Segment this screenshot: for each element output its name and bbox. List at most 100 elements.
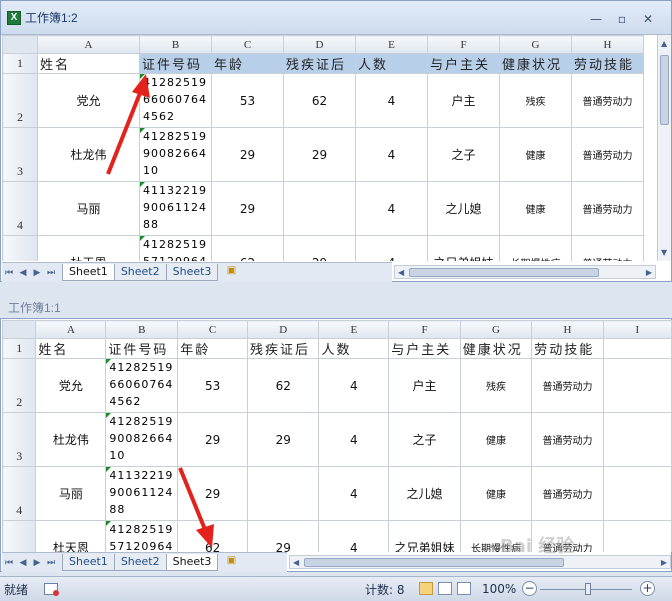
cell-health[interactable]: 长期慢性病 — [499, 235, 572, 261]
cell-relation[interactable]: 之子 — [427, 127, 500, 182]
cell-age[interactable]: 29 — [177, 466, 248, 521]
spreadsheet-grid[interactable]: A B C D E F G H I 1 姓名 证件号码 年龄 残疾证后 人数 与… — [2, 320, 672, 552]
next-sheet-icon[interactable]: ▶ — [30, 268, 44, 278]
last-sheet-icon[interactable]: ⏭ — [44, 268, 58, 278]
next-sheet-icon[interactable]: ▶ — [30, 558, 44, 568]
zoom-out-button[interactable]: − — [522, 581, 537, 596]
restore-button[interactable]: ▫ — [609, 10, 635, 28]
header-cell-relation[interactable]: 与户主关 — [388, 338, 461, 359]
header-cell-count[interactable]: 人数 — [355, 53, 428, 74]
cell-age[interactable]: 62 — [211, 235, 284, 261]
page-break-view-icon[interactable] — [457, 582, 471, 595]
header-cell-count[interactable]: 人数 — [318, 338, 390, 359]
cell-age[interactable]: 29 — [211, 181, 284, 236]
cell-skill[interactable]: 普通劳动力 — [531, 358, 604, 413]
cell-name[interactable]: 杜天恩 — [35, 520, 107, 552]
cell-name[interactable]: 杜龙伟 — [37, 127, 140, 182]
cell-id[interactable]: 41282519 66060764 4562 — [139, 73, 212, 128]
row-header[interactable]: 5 — [2, 235, 38, 261]
column-header-a[interactable]: A — [37, 35, 140, 54]
cell-skill[interactable]: 普通劳动力 — [531, 466, 604, 521]
spreadsheet-grid[interactable]: A B C D E F G H 1 姓名 证件号码 年龄 残疾证后 人数 与户主… — [2, 35, 656, 261]
cell-disability[interactable]: 62 — [283, 73, 356, 128]
window-title-bottom[interactable]: 工作簿1:1 — [0, 296, 672, 318]
column-header-f[interactable]: F — [388, 320, 461, 339]
cell-id[interactable]: 41282519 66060764 4562 — [105, 358, 179, 413]
cell-id[interactable]: 41132219 90061124 88 — [105, 466, 179, 521]
cell-count[interactable]: 4 — [355, 235, 428, 261]
vertical-scrollbar[interactable]: ▲ ▼ — [657, 35, 671, 261]
empty-cell[interactable] — [602, 466, 672, 521]
cell-skill[interactable]: 普通劳动力 — [571, 73, 644, 128]
scroll-down-arrow-icon[interactable]: ▼ — [661, 248, 667, 257]
empty-cell[interactable] — [602, 520, 672, 552]
last-sheet-icon[interactable]: ⏭ — [44, 558, 58, 568]
first-sheet-icon[interactable]: ⏮ — [2, 268, 16, 278]
header-cell-relation[interactable]: 与户主关 — [427, 53, 500, 74]
header-cell-age[interactable]: 年龄 — [177, 338, 248, 359]
cell-relation[interactable]: 之儿媳 — [427, 181, 500, 236]
cell-name[interactable]: 马丽 — [37, 181, 140, 236]
row-header[interactable]: 5 — [2, 520, 37, 552]
cell-disability[interactable]: 29 — [246, 520, 320, 552]
cell-age[interactable]: 53 — [211, 73, 284, 128]
cell-count[interactable]: 4 — [355, 73, 428, 128]
column-header-f[interactable]: F — [427, 35, 500, 54]
scroll-up-arrow-icon[interactable]: ▲ — [661, 39, 667, 48]
zoom-in-button[interactable]: + — [640, 581, 655, 596]
insert-sheet-icon[interactable]: ▣ — [221, 265, 241, 281]
cell-name[interactable]: 杜天恩 — [37, 235, 140, 261]
prev-sheet-icon[interactable]: ◀ — [16, 268, 30, 278]
column-header-c[interactable]: C — [211, 35, 284, 54]
cell-id[interactable]: 41282519 90082664 10 — [139, 127, 212, 182]
cell-disability[interactable]: 29 — [283, 235, 356, 261]
horizontal-scroll-thumb[interactable] — [304, 558, 564, 567]
cell-age[interactable]: 29 — [211, 127, 284, 182]
cell-disability[interactable] — [246, 466, 320, 521]
header-cell-skill[interactable]: 劳动技能 — [571, 53, 644, 74]
cell-disability[interactable]: 29 — [246, 412, 320, 467]
insert-sheet-icon[interactable]: ▣ — [221, 555, 241, 571]
cell-id[interactable]: 4128251957120964 — [139, 235, 212, 261]
column-header-b[interactable]: B — [105, 320, 179, 339]
sheet-tab-3[interactable]: Sheet3 — [165, 264, 219, 281]
column-header-a[interactable]: A — [35, 320, 107, 339]
cell-relation[interactable]: 户主 — [427, 73, 500, 128]
header-cell-name[interactable]: 姓名 — [35, 338, 107, 359]
minimize-button[interactable]: — — [583, 10, 609, 28]
column-header-h[interactable]: H — [531, 320, 604, 339]
sheet-tab-1[interactable]: Sheet1 — [62, 554, 115, 571]
cell-skill[interactable]: 普通劳动力 — [571, 235, 644, 261]
cell-health[interactable]: 残疾 — [459, 358, 533, 413]
horizontal-scrollbar[interactable]: ◀ ▶ — [394, 265, 656, 279]
cell-count[interactable]: 4 — [355, 127, 428, 182]
cell-relation[interactable]: 之兄弟姐妹 — [388, 520, 461, 552]
cell-count[interactable]: 4 — [318, 466, 390, 521]
cell-skill[interactable]: 普通劳动力 — [531, 412, 604, 467]
header-cell-disability[interactable]: 残疾证后 — [283, 53, 356, 74]
header-cell-skill[interactable]: 劳动技能 — [531, 338, 604, 359]
cell-relation[interactable]: 户主 — [388, 358, 461, 413]
page-layout-view-icon[interactable] — [438, 582, 452, 595]
cell-name[interactable]: 党允 — [37, 73, 140, 128]
macro-record-icon[interactable] — [44, 583, 60, 596]
cell-skill[interactable]: 普通劳动力 — [571, 127, 644, 182]
close-button[interactable]: ✕ — [635, 10, 661, 28]
empty-cell[interactable] — [602, 338, 672, 359]
header-cell-id[interactable]: 证件号码 — [105, 338, 179, 359]
header-cell-id[interactable]: 证件号码 — [139, 53, 212, 74]
column-header-g[interactable]: G — [459, 320, 533, 339]
scroll-left-arrow-icon[interactable]: ◀ — [398, 268, 404, 277]
cell-id[interactable]: 4128251957120964 — [105, 520, 179, 552]
row-header[interactable]: 4 — [2, 466, 37, 521]
column-header-d[interactable]: D — [246, 320, 320, 339]
zoom-level[interactable]: 100% — [482, 582, 516, 596]
row-header[interactable]: 3 — [2, 127, 38, 182]
header-cell-health[interactable]: 健康状况 — [499, 53, 572, 74]
row-header[interactable]: 1 — [2, 338, 37, 359]
scroll-left-arrow-icon[interactable]: ◀ — [293, 558, 299, 567]
column-header-g[interactable]: G — [499, 35, 572, 54]
cell-name[interactable]: 党允 — [35, 358, 107, 413]
cell-count[interactable]: 4 — [355, 181, 428, 236]
normal-view-icon[interactable] — [419, 582, 433, 595]
